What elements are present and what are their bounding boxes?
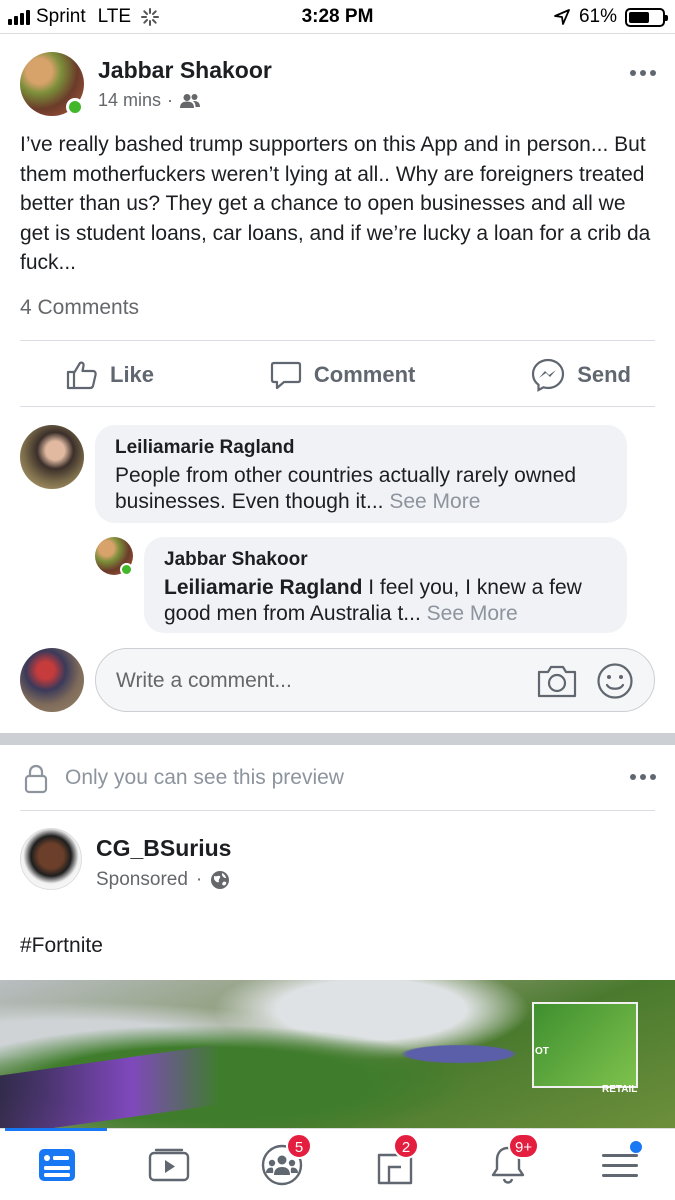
status-divider xyxy=(0,33,675,34)
preview-privacy-row: Only you can see this preview xyxy=(20,760,660,796)
battery-percent: 61% xyxy=(578,6,617,27)
tab-notifications[interactable]: 9+ xyxy=(486,1133,540,1187)
post-time[interactable]: 14 mins xyxy=(98,90,161,111)
location-arrow-icon xyxy=(554,9,570,25)
post-text: I’ve really bashed trump supporters on t… xyxy=(20,133,651,274)
friends-icon xyxy=(180,93,201,108)
lock-icon xyxy=(24,764,48,794)
comments-count[interactable]: 4 Comments xyxy=(20,296,139,320)
game-minimap xyxy=(532,1002,638,1088)
emoji-icon[interactable] xyxy=(596,662,634,700)
reply-text: Leiliamarie Ragland I feel you, I knew a… xyxy=(164,575,607,627)
tab-groups[interactable]: 5 xyxy=(260,1133,312,1187)
current-user-avatar xyxy=(20,648,84,712)
game-map-label: RETAIL xyxy=(602,1084,638,1095)
see-more-link[interactable]: See More xyxy=(427,602,518,625)
online-indicator xyxy=(120,563,133,576)
marketplace-badge: 2 xyxy=(393,1133,419,1159)
feed-separator xyxy=(0,733,675,745)
thumbs-up-icon xyxy=(66,361,97,390)
globe-icon xyxy=(211,871,230,889)
privacy-note: Only you can see this preview xyxy=(65,766,344,789)
ad-video-thumbnail[interactable]: OT RETAIL xyxy=(0,980,675,1128)
see-more-link[interactable]: See More xyxy=(389,490,480,513)
tab-news-feed[interactable] xyxy=(35,1143,79,1187)
tab-menu[interactable] xyxy=(598,1141,642,1187)
post-actions: Like Comment Send xyxy=(20,346,655,404)
like-button[interactable]: Like xyxy=(66,360,154,390)
battery-level xyxy=(629,11,649,23)
tab-watch[interactable] xyxy=(147,1143,191,1187)
divider xyxy=(20,406,655,407)
sponsored-meta: Sponsored · xyxy=(96,869,230,891)
advertiser-avatar[interactable] xyxy=(20,828,82,890)
commenter-avatar[interactable] xyxy=(20,425,84,489)
comment-author[interactable]: Leiliamarie Ragland xyxy=(115,435,607,461)
comment-bubble-icon xyxy=(270,361,301,390)
online-indicator xyxy=(66,98,84,116)
meta-separator: · xyxy=(167,90,174,110)
groups-badge: 5 xyxy=(286,1133,312,1159)
bottom-tab-bar: 5 2 9+ xyxy=(0,1128,675,1200)
active-tab-indicator xyxy=(5,1128,107,1131)
comment-body: People from other countries actually rar… xyxy=(115,464,577,513)
status-bar: Sprint LTE 3:28 PM 61% xyxy=(0,0,675,34)
storm-trail xyxy=(0,1044,220,1128)
divider xyxy=(20,810,655,811)
comment-button[interactable]: Comment xyxy=(270,360,415,390)
send-button[interactable]: Send xyxy=(531,358,631,392)
reply-mention[interactable]: Leiliamarie Ragland xyxy=(164,576,362,599)
send-label: Send xyxy=(577,362,631,387)
status-right: 61% xyxy=(553,6,668,28)
camera-icon[interactable] xyxy=(536,663,578,699)
news-feed-icon xyxy=(39,1149,75,1181)
comment-label: Comment xyxy=(313,362,416,387)
sponsored-label[interactable]: Sponsored xyxy=(96,869,188,891)
watch-video-icon xyxy=(148,1148,190,1182)
advertiser-name[interactable]: CG_BSurius xyxy=(96,835,231,862)
notifications-badge: 9+ xyxy=(508,1133,540,1159)
messenger-icon xyxy=(532,358,565,392)
ad-more-options-icon[interactable] xyxy=(630,774,656,780)
hamburger-menu-icon xyxy=(602,1154,638,1177)
write-comment-input[interactable]: Write a comment... xyxy=(95,648,655,712)
ad-hashtag[interactable]: #Fortnite xyxy=(20,934,103,958)
reply-author[interactable]: Jabbar Shakoor xyxy=(164,547,607,573)
menu-notification-dot xyxy=(630,1141,642,1153)
post-meta: 14 mins · xyxy=(98,90,201,111)
tab-marketplace[interactable]: 2 xyxy=(373,1133,419,1187)
post-author-name[interactable]: Jabbar Shakoor xyxy=(98,57,272,84)
meta-separator: · xyxy=(195,869,203,890)
like-label: Like xyxy=(110,362,155,387)
game-map-label: OT xyxy=(535,1046,549,1057)
reply-bubble[interactable]: Jabbar Shakoor Leiliamarie Ragland I fee… xyxy=(144,537,627,633)
post-header: Jabbar Shakoor 14 mins · xyxy=(20,52,660,122)
write-comment-placeholder: Write a comment... xyxy=(116,669,292,692)
divider xyxy=(20,340,655,341)
comment-text: People from other countries actually rar… xyxy=(115,463,607,515)
post-more-options-icon[interactable] xyxy=(630,70,656,76)
comment-bubble[interactable]: Leiliamarie Ragland People from other co… xyxy=(95,425,627,523)
battery-icon xyxy=(625,7,668,27)
